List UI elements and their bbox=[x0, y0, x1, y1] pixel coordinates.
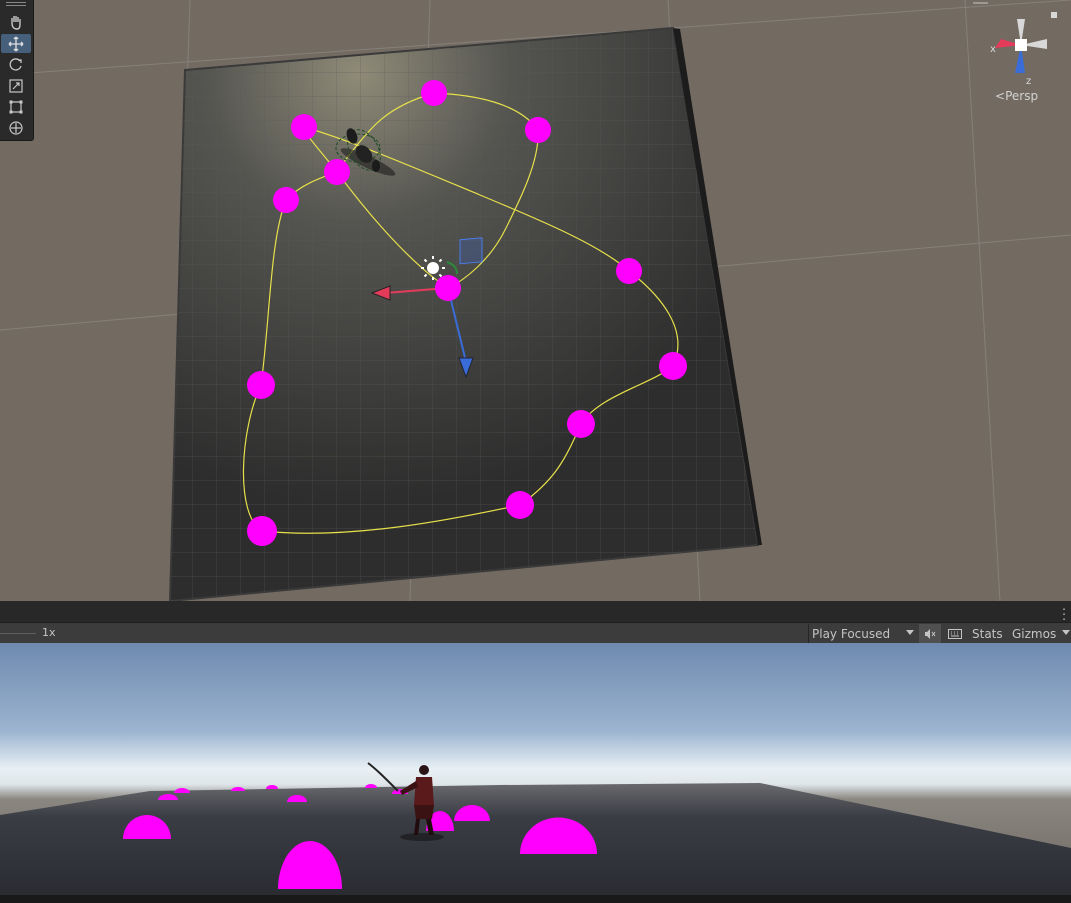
projection-toggle[interactable]: <Persp bbox=[995, 89, 1038, 103]
waypoint-marker[interactable] bbox=[247, 371, 275, 399]
waypoint-marker[interactable] bbox=[247, 516, 277, 546]
transform-tool-button[interactable] bbox=[1, 118, 31, 137]
rotate-tool-button[interactable] bbox=[1, 55, 31, 74]
scale-slider[interactable] bbox=[0, 633, 36, 634]
play-mode-dropdown[interactable]: Play Focused bbox=[808, 624, 920, 643]
plane-handle[interactable] bbox=[459, 237, 483, 265]
keyboard-shortcuts-icon bbox=[948, 628, 962, 639]
stats-label: Stats bbox=[972, 626, 1003, 641]
dropdown-arrow-icon bbox=[906, 630, 914, 635]
move-tool-button[interactable] bbox=[1, 34, 31, 53]
rotate-icon bbox=[9, 57, 22, 71]
hand-tool-button[interactable] bbox=[1, 12, 31, 31]
rect-tool-button[interactable] bbox=[1, 97, 31, 116]
waypoint-marker[interactable] bbox=[324, 159, 350, 185]
waypoint-marker[interactable] bbox=[567, 410, 595, 438]
projection-label: Persp bbox=[1005, 89, 1039, 103]
scale-label: 1x bbox=[42, 626, 56, 639]
game-view-header: ... 1x Play Focused Stats Gizmos bbox=[0, 600, 1071, 644]
game-view[interactable] bbox=[0, 643, 1071, 895]
rect-transform-icon bbox=[9, 100, 23, 113]
bottom-edge bbox=[0, 895, 1071, 903]
dropdown-arrow-icon bbox=[1062, 630, 1070, 635]
mute-audio-button[interactable] bbox=[919, 624, 941, 643]
chevron-left-icon: < bbox=[995, 89, 1006, 103]
scale-icon bbox=[9, 78, 23, 93]
play-mode-label: Play Focused bbox=[812, 626, 891, 641]
tool-palette bbox=[0, 0, 34, 141]
scale-tool-button[interactable] bbox=[1, 76, 31, 95]
scene-lock-icon[interactable] bbox=[1051, 12, 1057, 18]
scene-view[interactable]: x z <Persp bbox=[0, 0, 1071, 601]
z-axis-label: z bbox=[1026, 76, 1031, 87]
scene-viewport[interactable]: x z bbox=[0, 0, 1071, 601]
move-icon bbox=[8, 36, 24, 51]
game-viewport[interactable] bbox=[0, 643, 1071, 895]
kebab-menu-icon[interactable]: ... bbox=[1060, 600, 1068, 622]
keyboard-shortcuts-button[interactable] bbox=[944, 624, 966, 643]
waypoint-marker[interactable] bbox=[273, 187, 299, 213]
mute-audio-icon bbox=[925, 628, 936, 639]
waypoint-marker[interactable] bbox=[659, 352, 687, 380]
waypoint-marker[interactable] bbox=[616, 258, 642, 284]
center-cube[interactable] bbox=[1015, 39, 1027, 51]
stats-button[interactable]: Stats bbox=[972, 624, 1006, 643]
game-view-toolbar: 1x Play Focused Stats Gizmos bbox=[0, 622, 1071, 644]
x-axis-label: x bbox=[990, 44, 996, 55]
waypoint-marker[interactable] bbox=[525, 117, 551, 143]
waypoint-marker[interactable] bbox=[435, 275, 461, 301]
gizmos-label: Gizmos bbox=[1012, 626, 1057, 641]
hand-icon bbox=[11, 15, 21, 30]
gizmos-dropdown[interactable]: Gizmos bbox=[1012, 624, 1071, 643]
waypoint-marker[interactable] bbox=[506, 491, 534, 519]
transform-icon bbox=[9, 120, 23, 135]
waypoint-marker[interactable] bbox=[421, 80, 447, 106]
waypoint-marker[interactable] bbox=[291, 114, 317, 140]
